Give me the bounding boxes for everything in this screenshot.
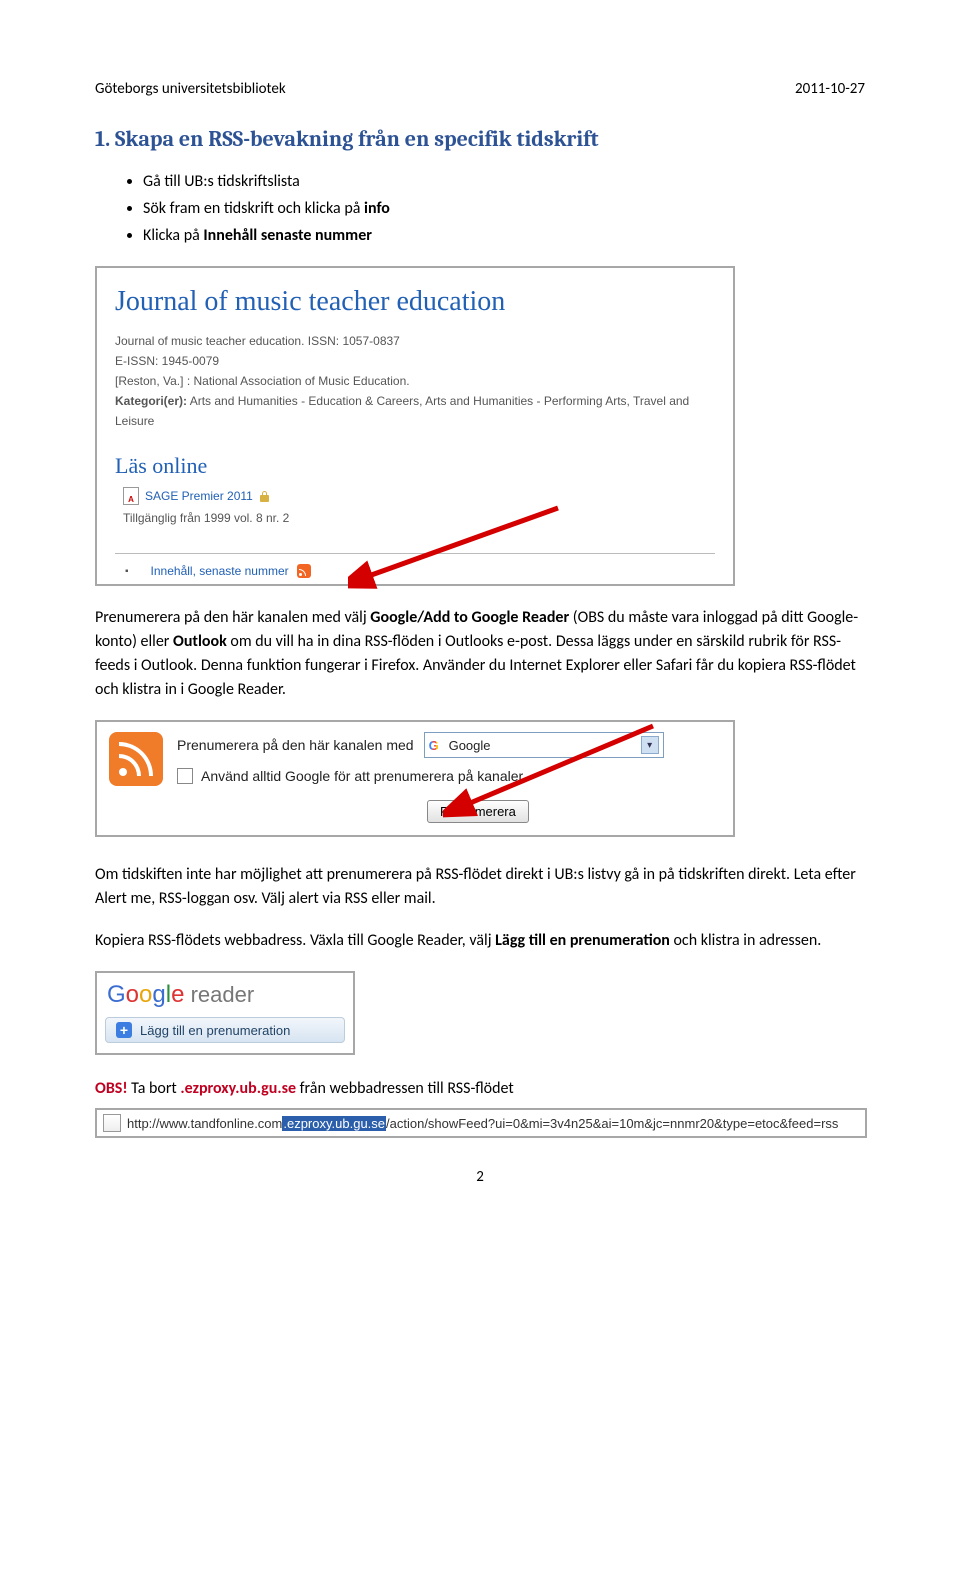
list-item: Sök fram en tidskrift och klicka på info [143,197,865,222]
add-subscription-button[interactable]: + Lägg till en prenumeration [105,1017,345,1043]
google-reader-logo: Google reader [107,981,345,1009]
page-icon [103,1114,121,1132]
google-icon: G [429,738,443,753]
always-use-checkbox[interactable] [177,768,193,784]
lock-icon [259,491,270,502]
address-bar-screenshot: http://www.tandfonline.com.ezproxy.ub.gu… [95,1108,867,1138]
subscribe-label: Prenumerera på den här kanalen med [177,737,414,753]
subscribe-button[interactable]: Prenumerera [427,800,529,823]
url-text[interactable]: http://www.tandfonline.com.ezproxy.ub.gu… [127,1116,838,1131]
doc-header-left: Göteborgs universitetsbibliotek [95,80,286,98]
rss-icon[interactable] [297,564,311,578]
body-paragraph: Om tidskiften inte har möjlighet att pre… [95,863,865,911]
journal-metadata: Journal of music teacher education. ISSN… [115,332,715,431]
reader-select[interactable]: G Google ▾ [424,732,664,758]
subscribe-dialog-screenshot: Prenumerera på den här kanalen med G Goo… [95,720,735,837]
source-link[interactable]: SAGE Premier 2011 [145,489,253,503]
doc-header-right: 2011-10-27 [795,80,865,98]
availability-text: Tillgänglig från 1999 vol. 8 nr. 2 [115,511,715,525]
instruction-list: Gå till UB:s tidskriftslista Sök fram en… [95,170,865,248]
page-title: 1. Skapa en RSS-bevakning från en specif… [95,126,865,152]
checkbox-label: Använd alltid Google för att prenumerera… [201,768,526,784]
google-reader-screenshot: Google reader + Lägg till en prenumerati… [95,971,355,1055]
list-item: Gå till UB:s tidskriftslista [143,170,865,195]
body-paragraph: Prenumerera på den här kanalen med välj … [95,606,865,702]
obs-note: OBS! Ta bort .ezproxy.ub.gu.se från webb… [95,1079,865,1098]
divider [115,553,715,554]
body-paragraph: Kopiera RSS-flödets webbadress. Växla ti… [95,929,865,953]
journal-title[interactable]: Journal of music teacher education [115,286,715,318]
rss-icon [109,732,163,786]
plus-icon: + [116,1022,132,1038]
list-item: Klicka på Innehåll senaste nummer [143,224,865,249]
read-online-heading: Läs online [115,453,715,479]
chevron-down-icon[interactable]: ▾ [641,736,659,754]
pdf-icon: A [123,487,139,505]
latest-issue-link[interactable]: Innehåll, senaste nummer [151,564,289,578]
journal-record-screenshot: Journal of music teacher education Journ… [95,266,735,586]
page-number: 2 [95,1168,865,1186]
url-selected-part: .ezproxy.ub.gu.se [282,1116,386,1131]
